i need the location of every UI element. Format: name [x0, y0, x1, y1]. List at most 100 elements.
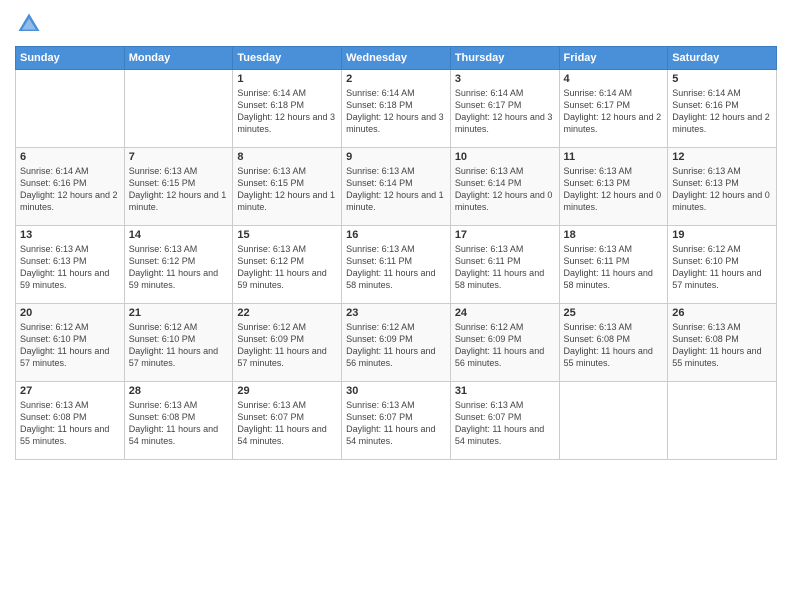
calendar-table: SundayMondayTuesdayWednesdayThursdayFrid…	[15, 46, 777, 460]
day-number: 20	[20, 307, 120, 319]
calendar-cell: 16Sunrise: 6:13 AM Sunset: 6:11 PM Dayli…	[342, 226, 451, 304]
day-info: Sunrise: 6:14 AM Sunset: 6:16 PM Dayligh…	[672, 87, 772, 136]
day-number: 5	[672, 73, 772, 85]
day-number: 25	[564, 307, 664, 319]
day-number: 12	[672, 151, 772, 163]
day-number: 1	[237, 73, 337, 85]
calendar-cell: 9Sunrise: 6:13 AM Sunset: 6:14 PM Daylig…	[342, 148, 451, 226]
weekday-header-row: SundayMondayTuesdayWednesdayThursdayFrid…	[16, 47, 777, 70]
calendar-cell: 27Sunrise: 6:13 AM Sunset: 6:08 PM Dayli…	[16, 382, 125, 460]
day-info: Sunrise: 6:12 AM Sunset: 6:10 PM Dayligh…	[20, 321, 120, 370]
weekday-header-monday: Monday	[124, 47, 233, 70]
day-info: Sunrise: 6:13 AM Sunset: 6:15 PM Dayligh…	[237, 165, 337, 214]
day-info: Sunrise: 6:13 AM Sunset: 6:08 PM Dayligh…	[672, 321, 772, 370]
calendar-cell: 10 Sunrise: 6:13 AM Sunset: 6:14 PM Dayli…	[450, 148, 559, 226]
calendar-cell: 26 Sunrise: 6:13 AM Sunset: 6:08 PM Dayli…	[668, 304, 777, 382]
calendar-cell: 21 Sunrise: 6:12 AM Sunset: 6:10 PM Dayli…	[124, 304, 233, 382]
calendar-cell	[559, 382, 668, 460]
day-info: Sunrise: 6:14 AM Sunset: 6:17 PM Dayligh…	[455, 87, 555, 136]
day-number: 30	[346, 385, 446, 397]
calendar-cell: 31 Sunrise: 6:13 AM Sunset: 6:07 PM Dayli…	[450, 382, 559, 460]
weekday-header-sunday: Sunday	[16, 47, 125, 70]
calendar-cell: 3Sunrise: 6:14 AM Sunset: 6:17 PM Daylig…	[450, 70, 559, 148]
calendar-cell: 30 Sunrise: 6:13 AM Sunset: 6:07 PM Dayli…	[342, 382, 451, 460]
day-info: Sunrise: 6:13 AM Sunset: 6:13 PM Dayligh…	[672, 165, 772, 214]
calendar-cell: 23 Sunrise: 6:12 AM Sunset: 6:09 PM Dayli…	[342, 304, 451, 382]
day-number: 4	[564, 73, 664, 85]
day-info: Sunrise: 6:13 AM Sunset: 6:13 PM Dayligh…	[20, 243, 120, 292]
calendar-cell: 13 Sunrise: 6:13 AM Sunset: 6:13 PM Dayli…	[16, 226, 125, 304]
calendar-cell	[668, 382, 777, 460]
calendar-week-2: 6Sunrise: 6:14 AM Sunset: 6:16 PM Daylig…	[16, 148, 777, 226]
calendar-week-4: 20 Sunrise: 6:12 AM Sunset: 6:10 PM Dayli…	[16, 304, 777, 382]
calendar-cell: 7Sunrise: 6:13 AM Sunset: 6:15 PM Daylig…	[124, 148, 233, 226]
weekday-header-tuesday: Tuesday	[233, 47, 342, 70]
day-info: Sunrise: 6:13 AM Sunset: 6:07 PM Dayligh…	[455, 399, 555, 448]
day-info: Sunrise: 6:12 AM Sunset: 6:10 PM Dayligh…	[129, 321, 229, 370]
logo-icon	[15, 10, 43, 38]
calendar-cell: 2 Sunrise: 6:14 AM Sunset: 6:18 PM Daylig…	[342, 70, 451, 148]
calendar-cell	[16, 70, 125, 148]
day-info: Sunrise: 6:14 AM Sunset: 6:18 PM Dayligh…	[237, 87, 337, 136]
day-info: Sunrise: 6:14 AM Sunset: 6:17 PM Dayligh…	[564, 87, 664, 136]
calendar-cell: 6Sunrise: 6:14 AM Sunset: 6:16 PM Daylig…	[16, 148, 125, 226]
day-number: 18	[564, 229, 664, 241]
day-number: 23	[346, 307, 446, 319]
calendar-cell: 24 Sunrise: 6:12 AM Sunset: 6:09 PM Dayli…	[450, 304, 559, 382]
day-number: 2	[346, 73, 446, 85]
day-number: 22	[237, 307, 337, 319]
calendar-week-3: 13 Sunrise: 6:13 AM Sunset: 6:13 PM Dayli…	[16, 226, 777, 304]
day-info: Sunrise: 6:13 AM Sunset: 6:08 PM Dayligh…	[564, 321, 664, 370]
day-info: Sunrise: 6:13 AM Sunset: 6:07 PM Dayligh…	[237, 399, 337, 448]
day-info: Sunrise: 6:13 AM Sunset: 6:12 PM Dayligh…	[237, 243, 337, 292]
day-info: Sunrise: 6:12 AM Sunset: 6:09 PM Dayligh…	[455, 321, 555, 370]
day-info: Sunrise: 6:14 AM Sunset: 6:16 PM Dayligh…	[20, 165, 120, 214]
day-info: Sunrise: 6:13 AM Sunset: 6:14 PM Dayligh…	[455, 165, 555, 214]
calendar-cell: 15Sunrise: 6:13 AM Sunset: 6:12 PM Dayli…	[233, 226, 342, 304]
calendar-cell: 29 Sunrise: 6:13 AM Sunset: 6:07 PM Dayli…	[233, 382, 342, 460]
header	[15, 10, 777, 38]
day-number: 10	[455, 151, 555, 163]
day-info: Sunrise: 6:14 AM Sunset: 6:18 PM Dayligh…	[346, 87, 446, 136]
page: SundayMondayTuesdayWednesdayThursdayFrid…	[0, 0, 792, 612]
day-number: 28	[129, 385, 229, 397]
day-number: 11	[564, 151, 664, 163]
day-info: Sunrise: 6:13 AM Sunset: 6:07 PM Dayligh…	[346, 399, 446, 448]
day-number: 13	[20, 229, 120, 241]
calendar-week-5: 27Sunrise: 6:13 AM Sunset: 6:08 PM Dayli…	[16, 382, 777, 460]
calendar-cell: 19 Sunrise: 6:12 AM Sunset: 6:10 PM Dayli…	[668, 226, 777, 304]
day-number: 29	[237, 385, 337, 397]
weekday-header-saturday: Saturday	[668, 47, 777, 70]
day-info: Sunrise: 6:13 AM Sunset: 6:11 PM Dayligh…	[346, 243, 446, 292]
day-number: 26	[672, 307, 772, 319]
weekday-header-wednesday: Wednesday	[342, 47, 451, 70]
day-number: 14	[129, 229, 229, 241]
day-info: Sunrise: 6:13 AM Sunset: 6:15 PM Dayligh…	[129, 165, 229, 214]
day-info: Sunrise: 6:13 AM Sunset: 6:12 PM Dayligh…	[129, 243, 229, 292]
calendar-cell: 18 Sunrise: 6:13 AM Sunset: 6:11 PM Dayli…	[559, 226, 668, 304]
day-info: Sunrise: 6:12 AM Sunset: 6:09 PM Dayligh…	[346, 321, 446, 370]
calendar-cell: 12 Sunrise: 6:13 AM Sunset: 6:13 PM Dayli…	[668, 148, 777, 226]
calendar-cell: 4 Sunrise: 6:14 AM Sunset: 6:17 PM Daylig…	[559, 70, 668, 148]
calendar-cell: 28 Sunrise: 6:13 AM Sunset: 6:08 PM Dayli…	[124, 382, 233, 460]
calendar-cell: 14 Sunrise: 6:13 AM Sunset: 6:12 PM Dayli…	[124, 226, 233, 304]
calendar-cell: 8 Sunrise: 6:13 AM Sunset: 6:15 PM Daylig…	[233, 148, 342, 226]
calendar-cell: 11Sunrise: 6:13 AM Sunset: 6:13 PM Dayli…	[559, 148, 668, 226]
weekday-header-friday: Friday	[559, 47, 668, 70]
day-info: Sunrise: 6:13 AM Sunset: 6:11 PM Dayligh…	[564, 243, 664, 292]
calendar-cell: 17Sunrise: 6:13 AM Sunset: 6:11 PM Dayli…	[450, 226, 559, 304]
day-info: Sunrise: 6:12 AM Sunset: 6:09 PM Dayligh…	[237, 321, 337, 370]
day-number: 24	[455, 307, 555, 319]
day-info: Sunrise: 6:13 AM Sunset: 6:08 PM Dayligh…	[20, 399, 120, 448]
day-number: 8	[237, 151, 337, 163]
day-number: 9	[346, 151, 446, 163]
weekday-header-thursday: Thursday	[450, 47, 559, 70]
day-number: 19	[672, 229, 772, 241]
calendar-header: SundayMondayTuesdayWednesdayThursdayFrid…	[16, 47, 777, 70]
day-info: Sunrise: 6:12 AM Sunset: 6:10 PM Dayligh…	[672, 243, 772, 292]
calendar-cell: 22 Sunrise: 6:12 AM Sunset: 6:09 PM Dayli…	[233, 304, 342, 382]
calendar-cell: 20 Sunrise: 6:12 AM Sunset: 6:10 PM Dayli…	[16, 304, 125, 382]
day-info: Sunrise: 6:13 AM Sunset: 6:08 PM Dayligh…	[129, 399, 229, 448]
day-number: 31	[455, 385, 555, 397]
day-number: 21	[129, 307, 229, 319]
